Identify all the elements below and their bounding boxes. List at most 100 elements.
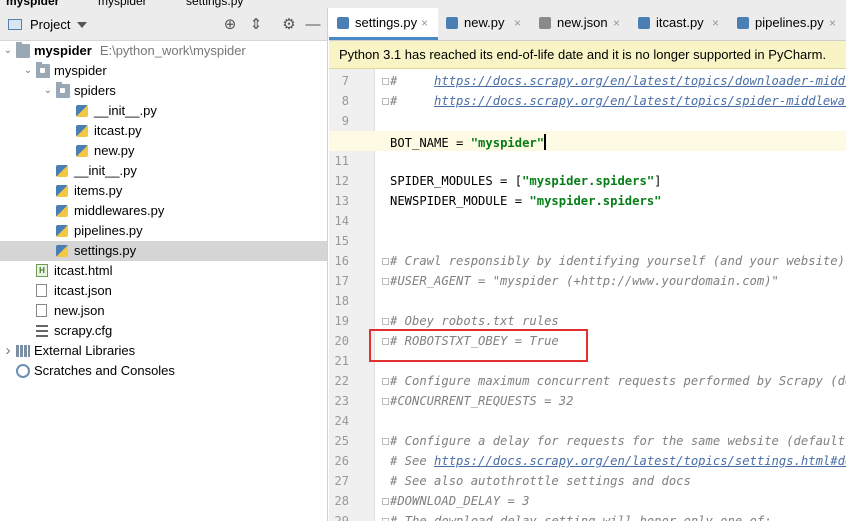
fold-marker-icon[interactable] xyxy=(382,318,389,325)
chevron-down-icon[interactable]: ⌄ xyxy=(22,61,34,81)
code-token: ] xyxy=(654,174,662,188)
chevron-right-icon[interactable]: › xyxy=(2,341,14,361)
tree-item[interactable]: ⌄ myspider E:\python_work\myspider xyxy=(0,41,327,61)
code-line[interactable]: # See also autothrottle settings and doc… xyxy=(390,471,691,491)
code-line[interactable]: #CONCURRENT_REQUESTS = 32 xyxy=(390,391,573,411)
tree-item-label: new.py xyxy=(94,143,135,158)
tree-item[interactable]: itcast.py xyxy=(0,121,327,141)
code-line[interactable]: # Configure maximum concurrent requests … xyxy=(390,371,846,391)
tree-item[interactable]: items.py xyxy=(0,181,327,201)
locate-file-icon[interactable]: ⊕ xyxy=(221,16,239,34)
close-icon[interactable]: × xyxy=(613,8,620,38)
tab-label: settings.py xyxy=(355,15,418,30)
tab-new-json[interactable]: new.json × xyxy=(531,8,630,40)
code-token[interactable]: https://docs.scrapy.org/en/latest/topics… xyxy=(434,454,846,468)
chevron-down-icon[interactable] xyxy=(77,22,87,28)
tab-new-py[interactable]: new.py × xyxy=(438,8,531,40)
code-line[interactable]: BOT_NAME = "myspider" xyxy=(390,131,547,151)
line-number: 13 xyxy=(334,194,349,208)
gear-icon[interactable]: ⚙ xyxy=(280,16,298,34)
line-number: 16 xyxy=(334,254,349,268)
tree-item[interactable]: settings.py xyxy=(0,241,327,261)
fold-marker-icon[interactable] xyxy=(382,378,389,385)
tab-pipelines-py[interactable]: pipelines.py × xyxy=(729,8,846,40)
code-token: # The download delay setting will honor … xyxy=(390,514,772,521)
tree-item-label: itcast.json xyxy=(54,283,112,298)
code-token: # See xyxy=(390,454,435,468)
code-token: # Crawl responsibly by identifying yours… xyxy=(390,254,845,268)
code-token[interactable]: https://docs.scrapy.org/en/latest/topics… xyxy=(434,74,846,88)
tree-item[interactable]: pipelines.py xyxy=(0,221,327,241)
code-line[interactable]: # Obey robots.txt rules xyxy=(390,311,559,331)
close-icon[interactable]: × xyxy=(829,8,836,38)
file-type-icon xyxy=(337,17,349,29)
tree-item[interactable]: itcast.json xyxy=(0,281,327,301)
package-folder-icon xyxy=(36,62,50,78)
code-line[interactable]: SPIDER_MODULES = ["myspider.spiders"] xyxy=(390,171,662,191)
code-line[interactable]: #USER_AGENT = "myspider (+http://www.you… xyxy=(390,271,779,291)
tree-item[interactable]: Hitcast.html xyxy=(0,261,327,281)
tree-item[interactable]: __init__.py xyxy=(0,101,327,121)
fold-marker-icon[interactable] xyxy=(382,398,389,405)
code-line[interactable]: NEWSPIDER_MODULE = "myspider.spiders" xyxy=(390,191,662,211)
close-icon[interactable]: × xyxy=(421,8,428,38)
fold-marker-icon[interactable] xyxy=(382,278,389,285)
fold-marker-icon[interactable] xyxy=(382,498,389,505)
tree-item-label: itcast.html xyxy=(54,263,113,278)
minimize-icon[interactable]: — xyxy=(304,16,322,34)
fold-marker-icon[interactable] xyxy=(382,98,389,105)
code-token: "myspider.spiders" xyxy=(529,194,662,208)
line-number: 23 xyxy=(334,394,349,408)
python-file-icon xyxy=(56,225,68,237)
breadcrumb-file[interactable]: settings.py xyxy=(186,0,243,8)
package-folder-icon xyxy=(56,82,70,98)
breadcrumb-folder[interactable]: myspider xyxy=(98,0,147,8)
chevron-down-icon[interactable]: ⌄ xyxy=(42,81,54,101)
text-caret xyxy=(544,134,547,150)
breadcrumb-root[interactable]: myspider xyxy=(6,0,59,8)
tree-item[interactable]: Scratches and Consoles xyxy=(0,361,327,381)
tree-item[interactable]: › External Libraries xyxy=(0,341,327,361)
code-line[interactable]: # https://docs.scrapy.org/en/latest/topi… xyxy=(390,91,846,111)
code-token: # Configure a delay for requests for the… xyxy=(390,434,846,448)
code-line[interactable]: # See https://docs.scrapy.org/en/latest/… xyxy=(390,451,846,471)
highlight-annotation-box xyxy=(369,329,588,362)
fold-marker-icon[interactable] xyxy=(382,438,389,445)
code-token[interactable]: https://docs.scrapy.org/en/latest/topics… xyxy=(434,94,846,108)
line-number: 21 xyxy=(334,354,349,368)
tree-item[interactable]: __init__.py xyxy=(0,161,327,181)
tree-item[interactable]: middlewares.py xyxy=(0,201,327,221)
line-number: 25 xyxy=(334,434,349,448)
tree-item-label: new.json xyxy=(54,303,105,318)
fold-marker-icon[interactable] xyxy=(382,78,389,85)
tree-item[interactable]: ⌄ myspider xyxy=(0,61,327,81)
tab-settings-py[interactable]: settings.py × xyxy=(329,8,438,40)
editor-tabs: settings.py × new.py × new.json × itcast.py × pi… xyxy=(329,8,846,41)
line-number: 29 xyxy=(334,514,349,521)
tree-item[interactable]: scrapy.cfg xyxy=(0,321,327,341)
fold-marker-icon[interactable] xyxy=(382,258,389,265)
line-number: 15 xyxy=(334,234,349,248)
code-line[interactable]: # Configure a delay for requests for the… xyxy=(390,431,846,451)
tab-itcast-py[interactable]: itcast.py × xyxy=(630,8,729,40)
code-line[interactable]: #DOWNLOAD_DELAY = 3 xyxy=(390,491,529,511)
tree-item-label: External Libraries xyxy=(34,343,136,358)
chevron-down-icon[interactable]: ⌄ xyxy=(2,41,14,61)
config-file-icon xyxy=(36,325,48,337)
code-line[interactable]: # https://docs.scrapy.org/en/latest/topi… xyxy=(390,71,846,91)
close-icon[interactable]: × xyxy=(514,8,521,38)
tree-item-label: itcast.py xyxy=(94,123,142,138)
code-token: SPIDER_MODULES = [ xyxy=(390,174,523,188)
tree-item[interactable]: ⌄ spiders xyxy=(0,81,327,101)
python-file-icon xyxy=(56,245,68,257)
code-line[interactable]: # Crawl responsibly by identifying yours… xyxy=(390,251,846,271)
project-panel-title[interactable]: Project xyxy=(30,17,70,32)
collapse-all-icon[interactable]: ⇕ xyxy=(247,16,265,34)
close-icon[interactable]: × xyxy=(712,8,719,38)
tree-item[interactable]: new.py xyxy=(0,141,327,161)
tree-item-label: myspider xyxy=(54,63,107,78)
code-line[interactable]: # The download delay setting will honor … xyxy=(390,511,772,521)
code-editor[interactable]: 7891011121314151617181920212223242526272… xyxy=(329,69,846,521)
code-token: # xyxy=(390,94,435,108)
tree-item[interactable]: new.json xyxy=(0,301,327,321)
